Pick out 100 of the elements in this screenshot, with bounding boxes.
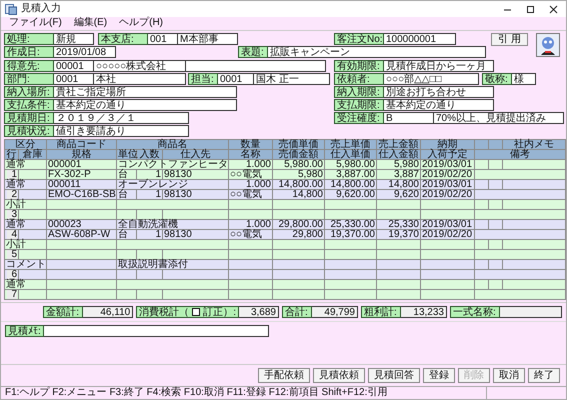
menu-item[interactable]: 編集(E) (74, 18, 108, 29)
column-header (488, 140, 502, 150)
row-number: 1 (7, 170, 17, 179)
input-field[interactable]: ２０１９／３／１ (54, 112, 189, 124)
field-label: 支払条件: (4, 99, 54, 111)
close-icon[interactable] (549, 4, 558, 14)
field-label: 部門: (4, 73, 54, 85)
column-header: 社内メモ (502, 140, 566, 150)
input-field[interactable]: 49,799 (312, 306, 358, 318)
field-label: 表題: (238, 46, 268, 58)
input-field[interactable]: 100000001 (384, 33, 456, 45)
input-field[interactable]: 46,110 (83, 306, 134, 318)
column-header: 規格 (46, 150, 116, 160)
checkbox[interactable] (192, 308, 200, 316)
column-header: 区分 (4, 140, 46, 150)
action-button[interactable]: 登録 (423, 368, 455, 383)
action-button[interactable]: 終了 (528, 368, 560, 383)
input-field[interactable]: 基本約定の通り (384, 99, 494, 111)
quote-button[interactable]: 引 用 (491, 33, 528, 46)
input-field[interactable] (186, 60, 326, 72)
field-label: 消費税計（ (139, 308, 190, 318)
column-header: 売上単価 (324, 140, 376, 150)
input-field[interactable]: 13,233 (401, 306, 447, 318)
status-text: F1:ヘルプ F2:メニュー F3:終了 F4:検索 F10:取消 F11:登録 F12:前項目 Shift+F12:引用 (4, 387, 388, 399)
field-label: 支払期限: (334, 99, 384, 111)
input-field[interactable]: 国木 正一 (254, 73, 330, 85)
input-field[interactable]: M本部事 (178, 33, 238, 45)
column-header: 入荷予定 (420, 150, 474, 160)
field-label: 得意先: (4, 60, 54, 72)
column-header (474, 140, 488, 150)
input-field[interactable] (44, 325, 269, 337)
column-header: 売価単価 (272, 140, 324, 150)
field-label: 本支店: (98, 33, 148, 45)
column-header: 倉庫 (18, 150, 46, 160)
column-header: 備考 (474, 150, 566, 160)
menu-item[interactable]: ヘルプ(H) (119, 18, 164, 29)
maximize-icon[interactable] (526, 4, 535, 14)
row-number: 6 (7, 270, 17, 279)
field-label: 処理: (4, 33, 54, 45)
action-button[interactable]: 取消 (493, 368, 525, 383)
table-cell: コンパクトファンヒータ (116, 160, 228, 170)
table-cell: 取扱説明書添付 (116, 260, 228, 270)
field-label: 見積状況: (4, 125, 54, 137)
input-field[interactable]: 値引き要請あり (54, 125, 189, 137)
row-number: 5 (7, 250, 17, 259)
input-field[interactable]: 別途お打ち合わせ (384, 86, 494, 98)
field-label: 担当: (188, 73, 218, 85)
column-header: 商品コード (46, 140, 116, 150)
input-field[interactable]: 2019/01/08 (54, 46, 116, 58)
input-field[interactable]: ○○○部△△□□ (384, 73, 479, 85)
input-field[interactable]: 本社 (94, 73, 186, 85)
input-field[interactable]: 新規 (54, 33, 94, 45)
field-label: 納入期限: (334, 86, 384, 98)
input-field[interactable]: 様 (512, 73, 536, 85)
column-header: 数量 (228, 140, 272, 150)
input-field[interactable]: 見積作成日から一ヶ月 (384, 60, 494, 72)
table-cell: オーブンレンジ (116, 180, 228, 190)
field-label: 作成日: (4, 46, 54, 58)
field-label: 納入場所: (4, 86, 54, 98)
window-title: 見積入力 (21, 4, 61, 14)
column-header: 仕入金額 (376, 150, 420, 160)
input-field[interactable]: 基本約定の通り (54, 99, 237, 111)
action-button[interactable]: 見積依頼 (313, 368, 365, 383)
column-header: 売価金額 (272, 150, 324, 160)
input-field[interactable]: 3,689 (239, 306, 279, 318)
input-field[interactable]: B (384, 112, 434, 124)
action-button[interactable]: 手配依頼 (258, 368, 310, 383)
input-field[interactable]: 70%以上、見積提出済み (434, 112, 564, 124)
input-field[interactable]: 0001 (218, 73, 254, 85)
input-field[interactable]: ○○○○○株式会社 (94, 60, 186, 72)
field-label: 受注確度: (334, 112, 384, 124)
cartoon-character-icon (536, 33, 560, 57)
table-cell: 小計 (4, 200, 46, 210)
input-field[interactable]: 0001 (54, 73, 94, 85)
table-cell: コメント (4, 260, 46, 270)
input-field[interactable]: 拡販キャンペーン (268, 46, 486, 58)
menu-item[interactable]: ファイル(F) (9, 18, 62, 29)
field-label: 粗利計: (361, 306, 401, 318)
input-field[interactable]: 00001 (54, 60, 94, 72)
action-button[interactable]: 見積回答 (368, 368, 420, 383)
table-cell: 全自動洗濯機 (116, 220, 228, 230)
table-cell: 通常 (4, 280, 46, 290)
table-cell: 通常 (4, 160, 46, 170)
row-number: 7 (7, 290, 17, 299)
field-label: 訂正）: (203, 308, 236, 318)
field-label: 金額計: (43, 306, 84, 318)
field-label: 有効期限: (334, 60, 384, 72)
input-field[interactable]: 001 (148, 33, 178, 45)
row-number: 2 (7, 190, 17, 199)
table-cell: ○○電気 (228, 230, 272, 240)
app-icon (5, 4, 17, 14)
field-label: 敬称: (482, 73, 512, 85)
input-field[interactable]: 貴社ご指定場所 (54, 86, 237, 98)
field-label: 合計: (282, 306, 312, 318)
input-field[interactable] (500, 306, 562, 318)
column-header: 売上金額 (376, 140, 420, 150)
table-cell: 通常 (4, 220, 46, 230)
field-label: 依頼者: (334, 73, 384, 85)
column-header: 仕入単価 (324, 150, 376, 160)
column-header: 行 (4, 150, 18, 160)
